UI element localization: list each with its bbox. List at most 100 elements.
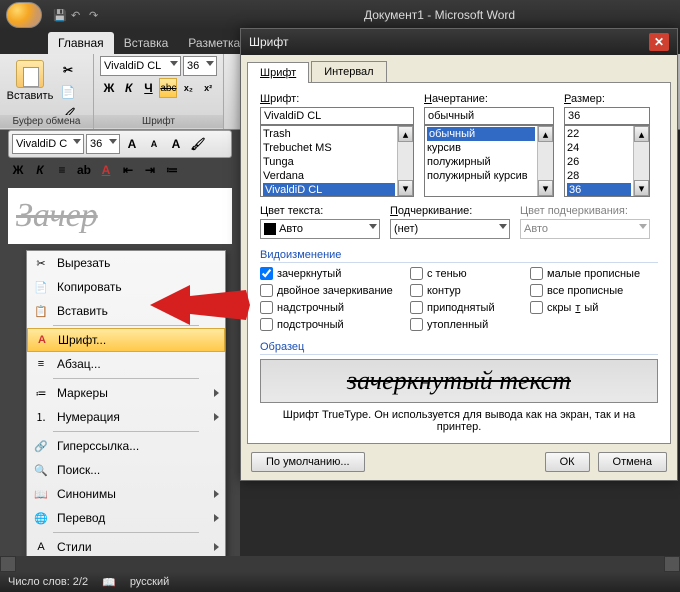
list-item[interactable]: 36 <box>567 183 631 197</box>
default-button[interactable]: По умолчанию... <box>251 452 365 472</box>
ctx-paste[interactable]: 📋Вставить <box>27 299 225 323</box>
list-item[interactable]: VivaldiD CL <box>263 183 395 197</box>
mini-indent-dec[interactable]: ⇤ <box>118 160 138 180</box>
ctx-hyperlink[interactable]: 🔗Гиперссылка... <box>27 434 225 458</box>
chk-smallcaps[interactable]: малые прописные <box>530 267 660 280</box>
mini-highlight[interactable]: ab <box>74 160 94 180</box>
scroll-track[interactable] <box>16 556 664 572</box>
list-item[interactable]: Trebuchet MS <box>263 141 395 155</box>
ctx-numbering[interactable]: ⒈Нумерация <box>27 405 225 429</box>
copy-icon[interactable]: 📄 <box>58 82 78 102</box>
chk-emboss[interactable]: приподнятый <box>410 301 530 314</box>
chk-engrave[interactable]: утопленный <box>410 318 530 331</box>
scroll-up-icon[interactable]: ▴ <box>398 126 413 142</box>
proofing-icon[interactable]: 📖 <box>102 576 116 589</box>
ctx-paragraph[interactable]: ≡Абзац... <box>27 352 225 376</box>
scrollbar[interactable]: ▴▾ <box>537 126 553 196</box>
scroll-up-icon[interactable]: ▴ <box>538 126 553 142</box>
status-language[interactable]: русский <box>130 576 169 588</box>
chk-hidden[interactable]: скрытый <box>530 301 660 314</box>
size-listbox[interactable]: 22 24 26 28 36 ▴▾ <box>564 125 650 197</box>
underline-button[interactable]: Ч <box>140 78 158 98</box>
save-icon[interactable]: 💾 <box>53 9 65 21</box>
ctx-lookup[interactable]: 🔍Поиск... <box>27 458 225 482</box>
list-item[interactable]: 22 <box>567 127 631 141</box>
mini-align[interactable]: ≡ <box>52 160 72 180</box>
mini-bullets[interactable]: ≔ <box>162 160 182 180</box>
mini-styles-icon[interactable]: A <box>166 134 186 154</box>
underline-combo[interactable]: (нет) <box>390 219 510 239</box>
dialog-titlebar[interactable]: Шрифт ✕ <box>241 29 677 55</box>
font-name-combo[interactable]: VivaldiD CL <box>100 56 181 76</box>
mini-grow-font-icon[interactable]: A <box>122 134 142 154</box>
style-listbox[interactable]: обычный курсив полужирный полужирный кур… <box>424 125 554 197</box>
ctx-bullets[interactable]: ≔Маркеры <box>27 381 225 405</box>
checkbox[interactable] <box>530 284 543 297</box>
office-button[interactable] <box>6 2 42 28</box>
paste-button[interactable]: Вставить <box>6 56 54 124</box>
font-color-combo[interactable]: Авто <box>260 219 380 239</box>
checkbox[interactable] <box>530 267 543 280</box>
list-item[interactable]: Verdana <box>263 169 395 183</box>
mini-size-combo[interactable]: 36 <box>86 134 120 154</box>
checkbox[interactable] <box>410 318 423 331</box>
undo-icon[interactable]: ↶ <box>71 9 83 21</box>
horizontal-scrollbar[interactable] <box>0 556 680 572</box>
scroll-left-icon[interactable] <box>0 556 16 572</box>
scrollbar[interactable]: ▴▾ <box>397 126 413 196</box>
font-name-input[interactable] <box>260 107 414 125</box>
strike-button[interactable]: abc <box>159 78 177 98</box>
list-item[interactable]: Tunga <box>263 155 395 169</box>
list-item[interactable]: 26 <box>567 155 631 169</box>
ok-button[interactable]: ОК <box>545 452 590 472</box>
mini-fontcolor[interactable]: A <box>96 160 116 180</box>
scroll-up-icon[interactable]: ▴ <box>634 126 649 142</box>
checkbox[interactable] <box>530 301 543 314</box>
chk-superscript[interactable]: надстрочный <box>260 301 410 314</box>
checkbox[interactable] <box>260 301 273 314</box>
chk-shadow[interactable]: с тенью <box>410 267 530 280</box>
list-item[interactable]: 28 <box>567 169 631 183</box>
mini-shrink-font-icon[interactable]: A <box>144 134 164 154</box>
scroll-down-icon[interactable]: ▾ <box>538 180 553 196</box>
dlg-tab-font[interactable]: Шрифт <box>247 62 309 83</box>
checkbox[interactable] <box>260 267 273 280</box>
chk-allcaps[interactable]: все прописные <box>530 284 660 297</box>
list-item[interactable]: полужирный курсив <box>427 169 535 183</box>
ctx-synonyms[interactable]: 📖Синонимы <box>27 482 225 506</box>
list-item[interactable]: полужирный <box>427 155 535 169</box>
bold-button[interactable]: Ж <box>100 78 118 98</box>
mini-font-combo[interactable]: VivaldiD C <box>12 134 84 154</box>
checkbox[interactable] <box>410 284 423 297</box>
status-wordcount[interactable]: Число слов: 2/2 <box>8 576 88 588</box>
mini-indent-inc[interactable]: ⇥ <box>140 160 160 180</box>
subscript-button[interactable]: x₂ <box>179 78 197 98</box>
list-item[interactable]: курсив <box>427 141 535 155</box>
mini-bold[interactable]: Ж <box>8 160 28 180</box>
checkbox[interactable] <box>410 267 423 280</box>
close-button[interactable]: ✕ <box>649 33 669 51</box>
document-page[interactable]: Зачер <box>8 188 232 244</box>
list-item[interactable]: 24 <box>567 141 631 155</box>
checkbox[interactable] <box>410 301 423 314</box>
checkbox[interactable] <box>260 318 273 331</box>
italic-button[interactable]: К <box>120 78 138 98</box>
ctx-copy[interactable]: 📄Копировать <box>27 275 225 299</box>
dlg-tab-spacing[interactable]: Интервал <box>311 61 386 82</box>
list-item[interactable]: Trash <box>263 127 395 141</box>
tab-home[interactable]: Главная <box>48 32 114 54</box>
mini-painter-icon[interactable]: 🖌 <box>188 134 208 154</box>
ctx-font[interactable]: AШрифт... <box>27 328 225 352</box>
font-style-input[interactable] <box>424 107 554 125</box>
checkbox[interactable] <box>260 284 273 297</box>
chk-double-strike[interactable]: двойное зачеркивание <box>260 284 410 297</box>
ctx-cut[interactable]: ✂Вырезать <box>27 251 225 275</box>
mini-italic[interactable]: К <box>30 160 50 180</box>
scroll-down-icon[interactable]: ▾ <box>398 180 413 196</box>
cut-icon[interactable]: ✂ <box>58 60 78 80</box>
chk-outline[interactable]: контур <box>410 284 530 297</box>
chk-strikethrough[interactable]: зачеркнутый <box>260 267 410 280</box>
font-size-combo[interactable]: 36 <box>183 56 217 76</box>
list-item[interactable]: обычный <box>427 127 535 141</box>
cancel-button[interactable]: Отмена <box>598 452 667 472</box>
